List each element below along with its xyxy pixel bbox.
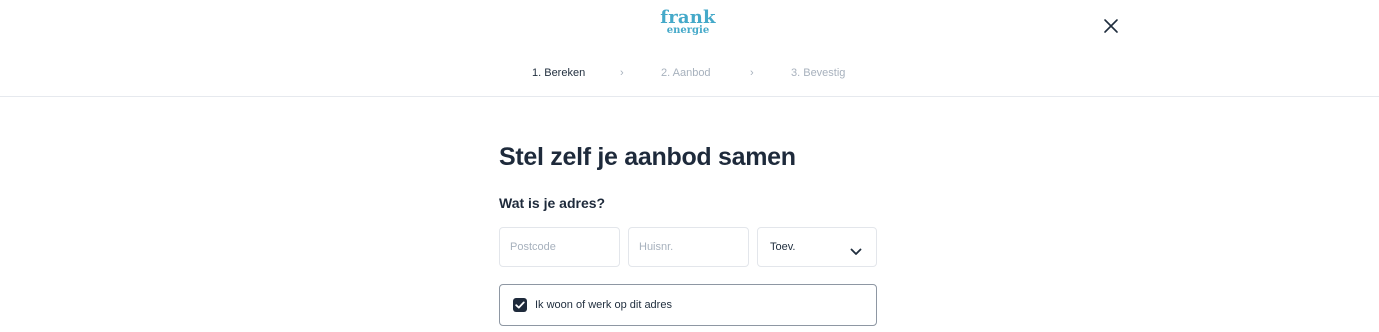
step-bereken[interactable]: 1. Bereken [532,67,585,79]
live-or-work-checkbox[interactable] [513,298,527,312]
progress-stepper: 1. Bereken › 2. Aanbod › 3. Bevestig [0,67,1379,83]
top-bar: frank energie 1. Bereken › 2. Aanbod › 3… [0,0,1379,97]
addition-select-value: Toev. [770,241,796,253]
step-bevestig: 3. Bevestig [791,67,846,79]
addition-select[interactable]: Toev. [757,227,877,267]
house-number-field-wrapper [628,227,749,267]
address-question: Wat is je adres? [499,195,606,211]
live-or-work-label: Ik woon of werk op dit adres [535,299,672,311]
frank-energie-logo[interactable]: frank energie [648,9,728,36]
close-button[interactable] [1101,16,1121,36]
chevron-right-icon: › [750,67,754,79]
chevron-down-icon [850,243,862,255]
postcode-field-wrapper [499,227,620,267]
live-or-work-option[interactable]: Ik woon of werk op dit adres [499,284,877,326]
postcode-input[interactable] [500,228,619,266]
close-icon [1101,16,1121,36]
chevron-right-icon: › [620,67,624,79]
page-title: Stel zelf je aanbod samen [499,143,796,171]
house-number-input[interactable] [629,228,748,266]
step-aanbod: 2. Aanbod [661,67,711,79]
